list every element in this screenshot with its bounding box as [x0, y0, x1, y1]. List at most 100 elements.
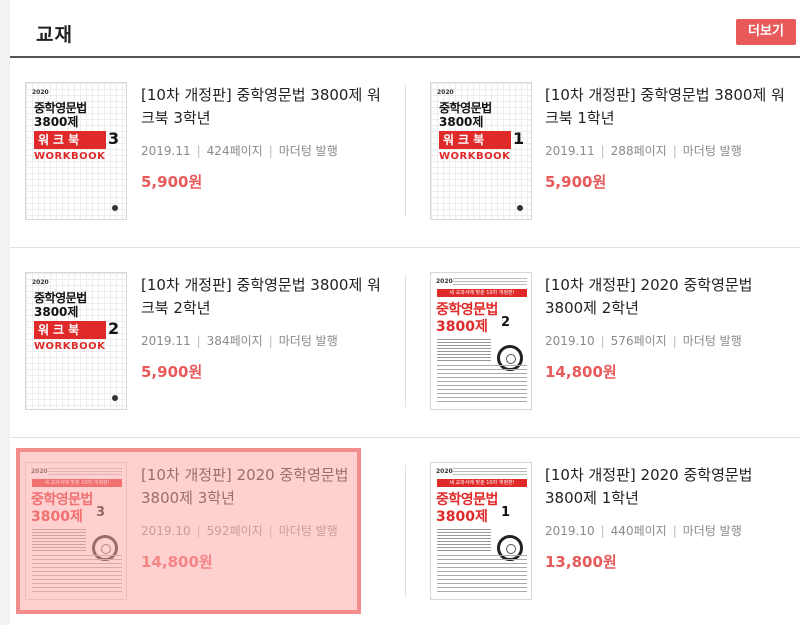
book-title[interactable]: [10차 개정판] 2020 중학영문법 3800제 2학년 — [545, 274, 785, 320]
book-card[interactable]: 2020 새 교과서에 맞춘 10차 개정판! 중학영문법 3800제 1 [1… — [405, 438, 800, 625]
book-cover[interactable]: 2020 새 교과서에 맞춘 10차 개정판! 중학영문법 3800제 3 — [25, 462, 127, 600]
cover-band: 워크북 — [439, 131, 511, 149]
book-cover[interactable]: 2020 새 교과서에 맞춘 10차 개정판! 중학영문법 3800제 2 — [430, 272, 532, 410]
cover-title-line2: 3800제 — [436, 509, 488, 525]
book-publisher: 마더텅 발행 — [682, 524, 742, 538]
cover-workbook-label: WORKBOOK — [34, 151, 106, 162]
cover-grade-number: 3 — [108, 129, 120, 148]
meta-separator: | — [196, 144, 201, 158]
book-price: 13,800원 — [545, 553, 617, 571]
book-publisher: 마더텅 발행 — [682, 144, 742, 158]
book-cover[interactable]: 2020 중학영문법 3800제 워크북 3 WORKBOOK — [25, 82, 127, 220]
book-pages: 440페이지 — [610, 524, 667, 538]
cover-title-line2: 3800제 — [436, 319, 488, 335]
book-price: 5,900원 — [545, 173, 607, 191]
book-info: [10차 개정판] 2020 중학영문법 3800제 2학년 2019.10 | 5… — [545, 274, 785, 382]
cover-banner: 새 교과서에 맞춘 10차 개정판! — [437, 289, 527, 297]
meta-separator: | — [268, 144, 273, 158]
meta-separator: | — [672, 334, 677, 348]
book-title[interactable]: [10차 개정판] 중학영문법 3800제 워크북 2학년 — [141, 274, 381, 320]
cover-band: 워크북 — [34, 321, 106, 339]
book-cover[interactable]: 2020 중학영문법 3800제 워크북 1 WORKBOOK — [430, 82, 532, 220]
meta-separator: | — [672, 524, 677, 538]
book-card[interactable]: 2020 새 교과서에 맞춘 10차 개정판! 중학영문법 3800제 2 [1… — [405, 248, 800, 438]
book-publisher: 마더텅 발행 — [682, 334, 742, 348]
cover-text-block — [32, 555, 122, 595]
meta-separator: | — [600, 524, 605, 538]
cover-title-line2: 3800제 — [439, 115, 484, 129]
cover-grade-number: 2 — [501, 315, 511, 330]
cover-grade-number: 1 — [513, 129, 525, 148]
cover-text-block — [437, 339, 491, 361]
meta-separator: | — [268, 524, 273, 538]
book-date: 2019.10 — [545, 334, 595, 348]
cover-fine-print — [453, 278, 527, 286]
book-pages: 384페이지 — [206, 334, 263, 348]
book-date: 2019.10 — [141, 524, 191, 538]
cover-text-block — [437, 555, 527, 595]
cover-year: 2020 — [436, 278, 453, 285]
book-meta: 2019.11 | 288페이지 | 마더텅 발행 — [545, 142, 785, 159]
cover-year: 2020 — [436, 468, 453, 475]
book-meta: 2019.10 | 440페이지 | 마더텅 발행 — [545, 522, 785, 539]
cover-title-line2: 3800제 — [34, 305, 79, 319]
cover-banner: 새 교과서에 맞춘 10차 개정판! — [437, 479, 527, 487]
book-pages: 288페이지 — [610, 144, 667, 158]
section-title: 교재 — [36, 24, 73, 46]
book-meta: 2019.11 | 384페이지 | 마더텅 발행 — [141, 332, 381, 349]
cover-text-block — [437, 365, 527, 405]
book-info: [10차 개정판] 중학영문법 3800제 워크북 2학년 2019.11 | 38… — [141, 274, 381, 382]
book-row: 2020 새 교과서에 맞춘 10차 개정판! 중학영문법 3800제 3 [1… — [10, 438, 800, 625]
meta-separator: | — [196, 524, 201, 538]
book-card[interactable]: 2020 중학영문법 3800제 워크북 2 WORKBOOK [10차 개정판… — [10, 248, 405, 438]
book-info: [10차 개정판] 중학영문법 3800제 워크북 1학년 2019.11 | 28… — [545, 84, 785, 192]
book-info: [10차 개정판] 2020 중학영문법 3800제 3학년 2019.10 | 5… — [141, 464, 381, 572]
book-price: 5,900원 — [141, 363, 203, 381]
cover-year: 2020 — [32, 89, 49, 96]
book-title[interactable]: [10차 개정판] 중학영문법 3800제 워크북 3학년 — [141, 84, 381, 130]
book-publisher: 마더텅 발행 — [278, 334, 338, 348]
book-publisher: 마더텅 발행 — [278, 524, 338, 538]
left-rail — [0, 0, 10, 625]
book-row: 2020 중학영문법 3800제 워크북 3 WORKBOOK [10차 개정판… — [10, 58, 800, 248]
book-title[interactable]: [10차 개정판] 중학영문법 3800제 워크북 1학년 — [545, 84, 785, 130]
meta-separator: | — [600, 334, 605, 348]
cover-year: 2020 — [32, 279, 49, 286]
meta-separator: | — [268, 334, 273, 348]
meta-separator: | — [600, 144, 605, 158]
book-date: 2019.11 — [141, 144, 191, 158]
publisher-logo-icon — [112, 395, 118, 401]
more-button[interactable]: 더보기 — [736, 19, 796, 45]
book-price: 14,800원 — [141, 553, 213, 571]
cover-banner: 새 교과서에 맞춘 10차 개정판! — [32, 479, 122, 487]
book-price: 14,800원 — [545, 363, 617, 381]
book-card[interactable]: 2020 중학영문법 3800제 워크북 1 WORKBOOK [10차 개정판… — [405, 58, 800, 248]
meta-separator: | — [672, 144, 677, 158]
meta-separator: | — [196, 334, 201, 348]
book-title[interactable]: [10차 개정판] 2020 중학영문법 3800제 3학년 — [141, 464, 381, 510]
book-date: 2019.10 — [545, 524, 595, 538]
book-date: 2019.11 — [545, 144, 595, 158]
book-card[interactable]: 2020 중학영문법 3800제 워크북 3 WORKBOOK [10차 개정판… — [10, 58, 405, 248]
cover-grade-number: 2 — [108, 319, 120, 338]
book-row: 2020 중학영문법 3800제 워크북 2 WORKBOOK [10차 개정판… — [10, 248, 800, 438]
book-meta: 2019.10 | 592페이지 | 마더텅 발행 — [141, 522, 381, 539]
publisher-logo-icon — [112, 205, 118, 211]
book-cover[interactable]: 2020 새 교과서에 맞춘 10차 개정판! 중학영문법 3800제 1 — [430, 462, 532, 600]
cover-year: 2020 — [437, 89, 454, 96]
book-price: 5,900원 — [141, 173, 203, 191]
book-card[interactable]: 2020 새 교과서에 맞춘 10차 개정판! 중학영문법 3800제 3 [1… — [10, 438, 405, 625]
cover-band: 워크북 — [34, 131, 106, 149]
cover-title-line2: 3800제 — [34, 115, 79, 129]
book-meta: 2019.11 | 424페이지 | 마더텅 발행 — [141, 142, 381, 159]
book-info: [10차 개정판] 2020 중학영문법 3800제 1학년 2019.10 | 4… — [545, 464, 785, 572]
book-pages: 576페이지 — [610, 334, 667, 348]
cover-workbook-label: WORKBOOK — [34, 341, 106, 352]
publisher-logo-icon — [517, 205, 523, 211]
book-pages: 592페이지 — [206, 524, 263, 538]
cover-workbook-label: WORKBOOK — [439, 151, 511, 162]
cover-text-block — [32, 529, 86, 551]
book-info: [10차 개정판] 중학영문법 3800제 워크북 3학년 2019.11 | 42… — [141, 84, 381, 192]
book-title[interactable]: [10차 개정판] 2020 중학영문법 3800제 1학년 — [545, 464, 785, 510]
book-cover[interactable]: 2020 중학영문법 3800제 워크북 2 WORKBOOK — [25, 272, 127, 410]
